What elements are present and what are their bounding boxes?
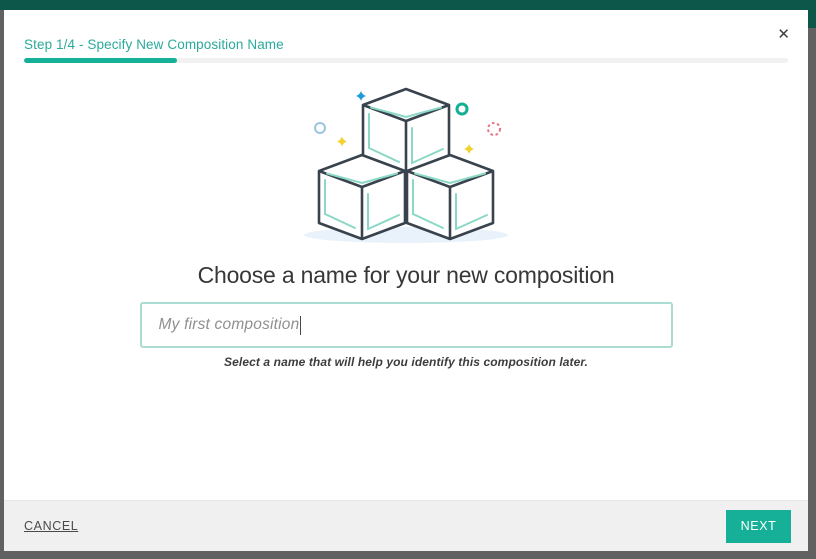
stacked-cubes-illustration [296,85,516,245]
app-header-band-edge [808,10,816,28]
composition-name-input[interactable]: My first composition [140,302,673,348]
wizard-body: Choose a name for your new composition M… [4,72,808,500]
ring-pink-dashed-icon [488,123,500,135]
ring-teal-icon [457,104,467,114]
ring-lightblue-icon [315,123,325,133]
new-composition-wizard-modal: Step 1/4 - Specify New Composition Name … [4,10,808,551]
composition-name-value: My first composition [159,316,300,334]
page-title: Choose a name for your new composition [198,262,615,289]
wizard-step-label: Step 1/4 - Specify New Composition Name [24,37,284,52]
input-helper-text: Select a name that will help you identif… [224,355,588,369]
app-header-band [0,0,816,10]
sparkle-yellow-right-icon [464,144,474,154]
progress-fill [24,58,177,63]
page-background: Step 1/4 - Specify New Composition Name … [0,0,816,559]
close-icon[interactable]: ✕ [775,25,792,44]
wizard-progress-bar [24,58,788,63]
wizard-header: Step 1/4 - Specify New Composition Name … [4,10,808,72]
wizard-footer: CANCEL NEXT [4,500,808,551]
cube-bottom-right [407,155,493,239]
sparkle-blue-icon [356,91,366,101]
cancel-link[interactable]: CANCEL [24,519,78,533]
sparkle-yellow-left-icon [337,137,347,147]
text-caret [300,316,301,335]
cube-bottom-left [319,155,405,239]
next-button[interactable]: NEXT [726,510,791,543]
